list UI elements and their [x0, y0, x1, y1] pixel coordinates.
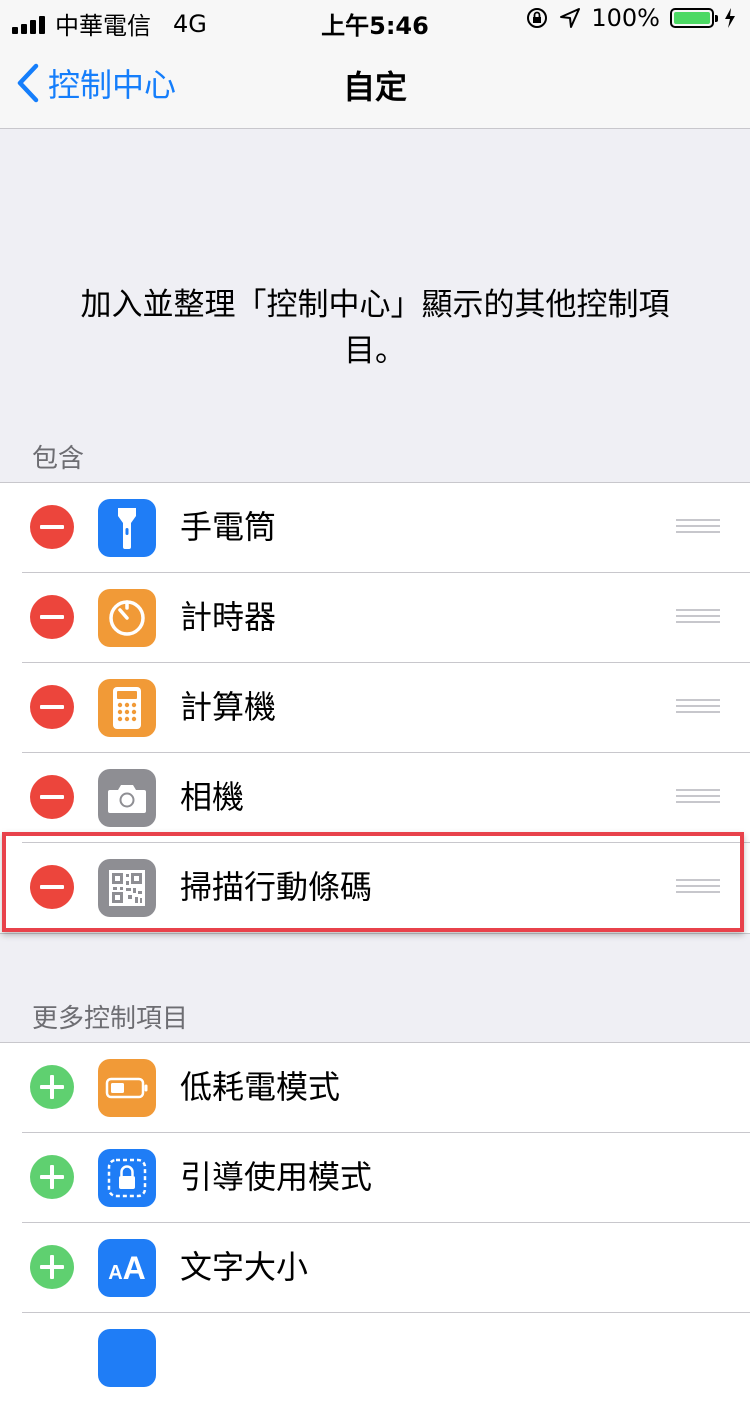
- charging-icon: [725, 8, 735, 28]
- battery-percent: 100%: [591, 4, 660, 32]
- lock-icon: [98, 1149, 156, 1207]
- item-label: 低耗電模式: [180, 1068, 341, 1106]
- timer-icon: [98, 589, 156, 647]
- status-right: 100%: [525, 4, 736, 32]
- more-controls-list: 低耗電模式 引導使用模式 AA 文字大小: [0, 1042, 750, 1403]
- item-label: 計算機: [180, 688, 277, 726]
- list-item[interactable]: 計時器: [0, 573, 750, 663]
- add-button[interactable]: [30, 1155, 74, 1199]
- list-item[interactable]: 計算機: [0, 663, 750, 753]
- item-label: 相機: [180, 778, 245, 816]
- page-title: 自定: [342, 68, 407, 106]
- reorder-handle-icon[interactable]: [676, 789, 720, 807]
- reorder-handle-icon[interactable]: [676, 519, 720, 537]
- list-item[interactable]: 引導使用模式: [0, 1133, 750, 1223]
- item-label: 文字大小: [180, 1248, 309, 1286]
- add-button[interactable]: [30, 1245, 74, 1289]
- remove-button[interactable]: [30, 685, 74, 729]
- list-item[interactable]: 手電筒: [0, 483, 750, 573]
- battery-icon: [670, 8, 718, 28]
- add-button[interactable]: [30, 1065, 74, 1109]
- section-header-included: 包含: [32, 444, 85, 474]
- status-bar: 中華電信 4G 上午5:46 100%: [0, 0, 750, 40]
- list-item[interactable]: 低耗電模式: [0, 1043, 750, 1133]
- camera-icon: [98, 769, 156, 827]
- app-icon: [98, 1329, 156, 1387]
- list-item[interactable]: [0, 1313, 750, 1403]
- description-text: 加入並整理「控制中心」顯示的其他控制項目。: [80, 287, 670, 369]
- remove-button[interactable]: [30, 595, 74, 639]
- battery-icon: [98, 1059, 156, 1117]
- location-arrow-icon: [560, 8, 581, 28]
- section-header-more: 更多控制項目: [32, 1004, 189, 1034]
- item-label: 手電筒: [180, 508, 277, 546]
- navigation-bar: 控制中心 自定: [0, 40, 750, 129]
- reorder-handle-icon[interactable]: [676, 699, 720, 717]
- remove-button[interactable]: [30, 775, 74, 819]
- orientation-lock-icon: [527, 8, 548, 28]
- flashlight-icon: [98, 499, 156, 557]
- list-item[interactable]: AA 文字大小: [0, 1223, 750, 1313]
- remove-button[interactable]: [30, 505, 74, 549]
- item-label: 計時器: [180, 598, 277, 636]
- reorder-handle-icon[interactable]: [676, 609, 720, 627]
- calculator-icon: [98, 679, 156, 737]
- list-item[interactable]: 相機: [0, 753, 750, 843]
- text-size-icon: AA: [98, 1239, 156, 1297]
- item-label: 引導使用模式: [180, 1158, 373, 1196]
- highlight-box: [2, 832, 744, 932]
